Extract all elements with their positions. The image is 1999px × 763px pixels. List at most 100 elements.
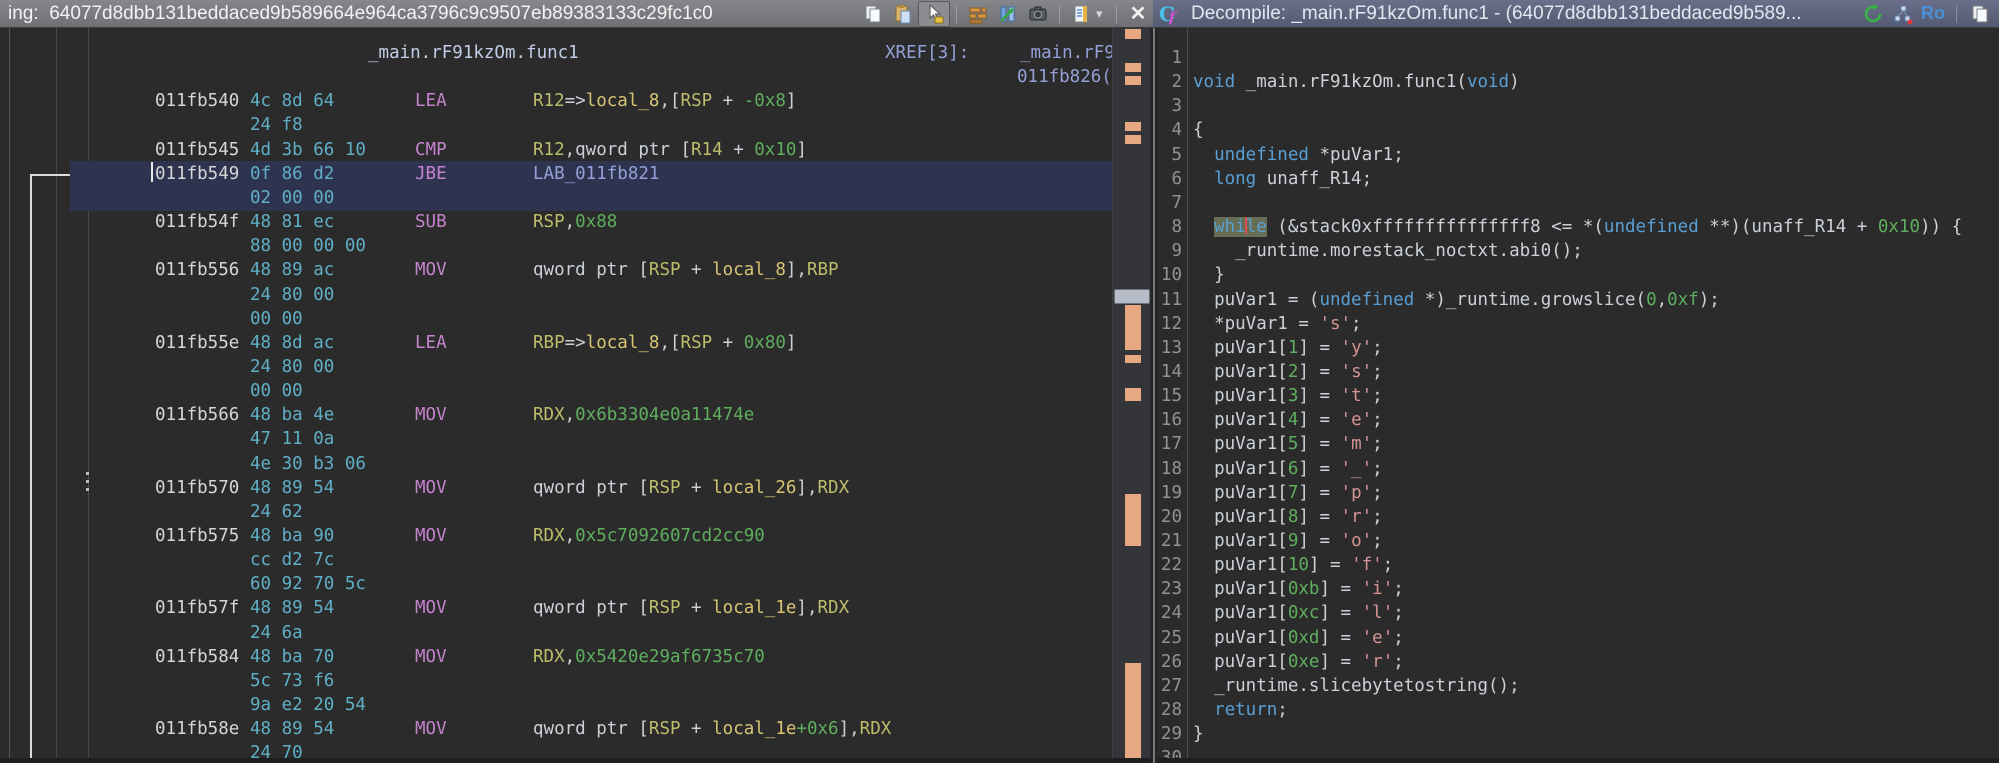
code-line[interactable]: 12 *puVar1 = 's'; — [1158, 312, 1999, 336]
scrollbar-marker[interactable] — [1125, 63, 1141, 72]
operands: qword ptr [RSP + local_1e],RDX — [533, 596, 849, 620]
listing-row[interactable]: 00 00 — [0, 307, 1110, 331]
listing-row[interactable]: cc d2 7c — [0, 548, 1110, 572]
bytes: 47 11 0a — [250, 427, 334, 451]
xref-reference[interactable]: 011fb826( — [1017, 65, 1112, 89]
listing-row[interactable]: 4e 30 b3 06 — [0, 452, 1110, 476]
scrollbar-marker[interactable] — [1125, 305, 1141, 350]
code-line[interactable]: 20 puVar1[8] = 'r'; — [1158, 505, 1999, 529]
listing-row[interactable]: 011fb5454d 3b 66 10CMPR12,qword ptr [R14… — [0, 138, 1110, 162]
listing-row[interactable]: 011fb57f48 89 54MOVqword ptr [RSP + loca… — [0, 596, 1110, 620]
listing-row[interactable]: 011fb54f48 81 ecSUBRSP,0x88 — [0, 210, 1110, 234]
code-line[interactable]: 14 puVar1[2] = 's'; — [1158, 360, 1999, 384]
code-line[interactable]: 18 puVar1[6] = '_'; — [1158, 457, 1999, 481]
close-icon[interactable]: ✕ — [1123, 2, 1153, 26]
line-number: 12 — [1158, 312, 1182, 336]
listing-row[interactable]: 011fb56648 ba 4eMOVRDX,0x6b3304e0a11474e — [0, 403, 1110, 427]
listing-row[interactable]: 24 62 — [0, 500, 1110, 524]
scrollbar-marker[interactable] — [1125, 388, 1141, 401]
code-line[interactable]: 23 puVar1[0xb] = 'i'; — [1158, 577, 1999, 601]
listing-row[interactable]: 9a e2 20 54 — [0, 693, 1110, 717]
line-number: 11 — [1158, 288, 1182, 312]
code-line[interactable]: 10 } — [1158, 263, 1999, 287]
bytes: 24 62 — [250, 500, 303, 524]
line-number: 1 — [1158, 46, 1182, 70]
scrollbar-marker[interactable] — [1125, 29, 1141, 39]
scrollbar-thumb[interactable] — [1114, 289, 1150, 304]
code-line[interactable]: 28 return; — [1158, 698, 1999, 722]
text-cursor — [151, 162, 153, 182]
code-line[interactable]: 25 puVar1[0xd] = 'e'; — [1158, 626, 1999, 650]
listing-row[interactable]: 88 00 00 00 — [0, 234, 1110, 258]
bytes: 24 6a — [250, 621, 303, 645]
listing-row[interactable]: 02 00 00 — [0, 186, 1110, 210]
panel-splitter[interactable] — [1150, 28, 1158, 763]
code-line[interactable]: 19 puVar1[7] = 'p'; — [1158, 481, 1999, 505]
function-header-name[interactable]: _main.rF91kzOm.func1 — [368, 41, 579, 65]
listing-row[interactable]: 24 f8 — [0, 113, 1110, 137]
code-line[interactable]: 16 puVar1[4] = 'e'; — [1158, 408, 1999, 432]
code-line[interactable]: 21 puVar1[9] = 'o'; — [1158, 529, 1999, 553]
code-text: *puVar1 = 's'; — [1193, 312, 1362, 336]
xref-reference[interactable]: _main.rF9 — [1020, 41, 1115, 65]
bytes: 24 80 00 — [250, 283, 334, 307]
code-line[interactable]: 26 puVar1[0xe] = 'r'; — [1158, 650, 1999, 674]
paste-icon[interactable] — [888, 2, 918, 26]
listing-row[interactable]: 011fb55e48 8d acLEARBP=>local_8,[RSP + 0… — [0, 331, 1110, 355]
code-line[interactable]: 24 puVar1[0xc] = 'l'; — [1158, 601, 1999, 625]
listing-row[interactable]: 60 92 70 5c — [0, 572, 1110, 596]
code-line[interactable]: 3 — [1158, 94, 1999, 118]
code-line[interactable]: 6 long unaff_R14; — [1158, 167, 1999, 191]
code-line[interactable]: 13 puVar1[1] = 'y'; — [1158, 336, 1999, 360]
code-line[interactable]: 11 puVar1 = (undefined *)_runtime.growsl… — [1158, 288, 1999, 312]
code-line[interactable]: 4{ — [1158, 118, 1999, 142]
listing-row[interactable]: 011fb5404c 8d 64LEAR12=>local_8,[RSP + -… — [0, 89, 1110, 113]
code-line[interactable]: 5 undefined *puVar1; — [1158, 143, 1999, 167]
code-line[interactable]: 15 puVar1[3] = 't'; — [1158, 384, 1999, 408]
listing-panel: _main.rF91kzOm.func1 XREF[3]: _main.rF9 … — [0, 28, 1150, 763]
listing-row[interactable]: 24 6a — [0, 621, 1110, 645]
code-line[interactable]: 17 puVar1[5] = 'm'; — [1158, 432, 1999, 456]
code-text: puVar1[0xd] = 'e'; — [1193, 626, 1404, 650]
panel-bottom-edge — [0, 758, 1150, 763]
code-line[interactable]: 2void _main.rF91kzOm.func1(void) — [1158, 70, 1999, 94]
copy-icon[interactable] — [858, 2, 888, 26]
listing-row[interactable]: 011fb58e48 89 54MOVqword ptr [RSP + loca… — [0, 717, 1110, 741]
code-line[interactable]: 8 while (&stack0xfffffffffffffff8 <= *(u… — [1158, 215, 1999, 239]
copy-icon[interactable] — [1965, 2, 1995, 26]
listing-row[interactable]: 00 00 — [0, 379, 1110, 403]
listing-row[interactable]: 011fb57048 89 54MOVqword ptr [RSP + loca… — [0, 476, 1110, 500]
diff-view-icon[interactable] — [993, 2, 1023, 26]
listing-row[interactable]: 24 80 00 — [0, 355, 1110, 379]
address: 011fb570 — [155, 476, 239, 500]
mnemonic: MOV — [415, 645, 447, 669]
scrollbar-marker[interactable] — [1125, 76, 1141, 85]
callgraph-icon[interactable] — [1888, 2, 1918, 26]
listing-row[interactable]: 011fb57548 ba 90MOVRDX,0x5c7092607cd2cc9… — [0, 524, 1110, 548]
code-line[interactable]: 22 puVar1[10] = 'f'; — [1158, 553, 1999, 577]
listing-options-icon[interactable] — [1066, 2, 1096, 26]
scrollbar-marker[interactable] — [1125, 135, 1141, 144]
listing-row[interactable]: 24 80 00 — [0, 283, 1110, 307]
code-line[interactable]: 27 _runtime.slicebytetostring(); — [1158, 674, 1999, 698]
listing-row[interactable]: 47 11 0a — [0, 427, 1110, 451]
scrollbar-track[interactable] — [1112, 28, 1150, 763]
dropdown-caret-icon[interactable]: ▾ — [1096, 6, 1110, 22]
memory-fields-icon[interactable] — [963, 2, 993, 26]
cursor-select-icon[interactable] — [918, 1, 950, 27]
listing-row[interactable]: 011fb55648 89 acMOVqword ptr [RSP + loca… — [0, 258, 1110, 282]
listing-row[interactable]: 011fb5490f 86 d2JBELAB_011fb821 — [0, 162, 1110, 186]
code-line[interactable]: 29} — [1158, 722, 1999, 746]
refresh-icon[interactable] — [1858, 2, 1888, 26]
scrollbar-marker[interactable] — [1125, 355, 1141, 363]
scrollbar-marker[interactable] — [1125, 494, 1141, 546]
snapshot-camera-icon[interactable] — [1023, 2, 1053, 26]
listing-row[interactable]: 011fb58448 ba 70MOVRDX,0x5420e29af6735c7… — [0, 645, 1110, 669]
listing-row[interactable]: 5c 73 f6 — [0, 669, 1110, 693]
code-line[interactable]: 1 — [1158, 46, 1999, 70]
scrollbar-marker[interactable] — [1125, 663, 1141, 763]
code-line[interactable]: 9 _runtime.morestack_noctxt.abi0(); — [1158, 239, 1999, 263]
code-line[interactable]: 7 — [1158, 191, 1999, 215]
ro-tool-button[interactable]: Ro — [1918, 2, 1948, 26]
scrollbar-marker[interactable] — [1125, 122, 1141, 131]
